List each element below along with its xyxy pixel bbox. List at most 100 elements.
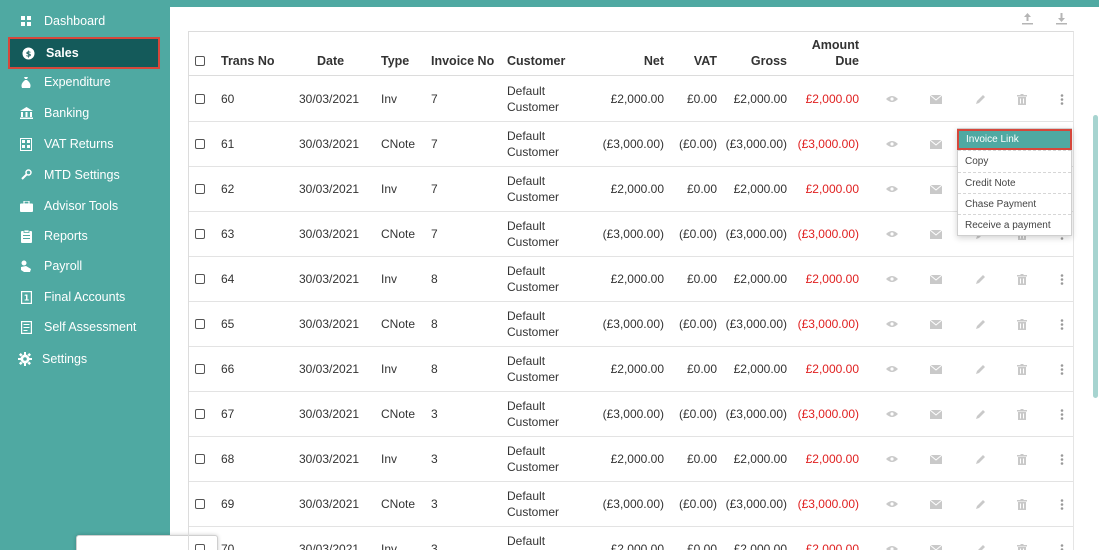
trash-icon[interactable] [1016, 408, 1028, 420]
row-checkbox[interactable] [195, 184, 205, 194]
pencil-icon[interactable] [974, 498, 986, 510]
more-vertical-icon[interactable] [1056, 408, 1068, 420]
cell-invoice-no: 8 [431, 362, 438, 376]
sidebar-item-advisor-tools[interactable]: Advisor Tools [0, 192, 170, 220]
menu-item-credit-note[interactable]: Credit Note [958, 172, 1071, 193]
sidebar-item-settings[interactable]: Settings [0, 345, 170, 373]
select-all-checkbox[interactable] [195, 56, 205, 66]
sidebar-item-vat-returns[interactable]: VAT Returns [0, 130, 170, 158]
cell-gross: £2,000.00 [733, 272, 787, 286]
cell-customer-line1: Default [507, 534, 546, 548]
header-trans-no[interactable]: Trans No [221, 54, 275, 68]
sidebar-item-banking[interactable]: Banking [0, 99, 170, 127]
eye-icon[interactable] [886, 363, 898, 375]
menu-item-copy[interactable]: Copy [958, 150, 1071, 171]
row-checkbox[interactable] [195, 139, 205, 149]
scrollbar[interactable] [1093, 115, 1098, 398]
menu-item-receive-payment[interactable]: Receive a payment [958, 214, 1071, 235]
envelope-icon[interactable] [930, 408, 942, 420]
header-date[interactable]: Date [317, 54, 344, 68]
row-checkbox[interactable] [195, 274, 205, 284]
upload-icon[interactable] [1021, 12, 1035, 26]
trash-icon[interactable] [1016, 93, 1028, 105]
envelope-icon[interactable] [930, 453, 942, 465]
envelope-icon[interactable] [930, 363, 942, 375]
cell-trans-no: 64 [221, 272, 235, 286]
more-vertical-icon[interactable] [1056, 318, 1068, 330]
header-amount-due-line2[interactable]: Due [790, 54, 859, 68]
cell-type: CNote [381, 227, 416, 241]
menu-item-invoice-link[interactable]: Invoice Link [957, 129, 1072, 150]
row-checkbox[interactable] [195, 499, 205, 509]
envelope-icon[interactable] [930, 183, 942, 195]
envelope-icon[interactable] [930, 228, 942, 240]
trash-icon[interactable] [1016, 453, 1028, 465]
pencil-icon[interactable] [974, 318, 986, 330]
eye-icon[interactable] [886, 93, 898, 105]
sidebar-item-final-accounts[interactable]: 1 Final Accounts [0, 283, 170, 311]
more-vertical-icon[interactable] [1056, 363, 1068, 375]
sidebar-item-sales[interactable]: $ Sales [8, 37, 160, 69]
cell-gross: (£3,000.00) [725, 497, 787, 511]
trash-icon[interactable] [1016, 498, 1028, 510]
pencil-icon[interactable] [974, 408, 986, 420]
pencil-icon[interactable] [974, 543, 986, 550]
report-icon [19, 229, 33, 243]
eye-icon[interactable] [886, 453, 898, 465]
row-checkbox[interactable] [195, 454, 205, 464]
header-customer[interactable]: Customer [507, 54, 565, 68]
cell-trans-no: 70 [221, 542, 235, 550]
header-amount-due-line1[interactable]: Amount [790, 38, 859, 52]
envelope-icon[interactable] [930, 498, 942, 510]
pencil-icon[interactable] [974, 273, 986, 285]
pencil-icon[interactable] [974, 363, 986, 375]
sidebar-item-mtd-settings[interactable]: MTD Settings [0, 161, 170, 189]
eye-icon[interactable] [886, 543, 898, 550]
eye-icon[interactable] [886, 318, 898, 330]
header-net[interactable]: Net [600, 54, 664, 68]
eye-icon[interactable] [886, 138, 898, 150]
sidebar-item-dashboard[interactable]: Dashboard [0, 7, 170, 35]
trash-icon[interactable] [1016, 543, 1028, 550]
eye-icon[interactable] [886, 408, 898, 420]
cell-trans-no: 63 [221, 227, 235, 241]
cell-date: 30/03/2021 [299, 317, 360, 331]
trash-icon[interactable] [1016, 273, 1028, 285]
envelope-icon[interactable] [930, 318, 942, 330]
more-vertical-icon[interactable] [1056, 543, 1068, 550]
header-vat[interactable]: VAT [670, 54, 717, 68]
trash-icon[interactable] [1016, 318, 1028, 330]
header-gross[interactable]: Gross [720, 54, 787, 68]
more-vertical-icon[interactable] [1056, 498, 1068, 510]
trash-icon[interactable] [1016, 363, 1028, 375]
download-icon[interactable] [1055, 12, 1069, 26]
cell-trans-no: 60 [221, 92, 235, 106]
row-checkbox[interactable] [195, 319, 205, 329]
row-checkbox[interactable] [195, 409, 205, 419]
row-checkbox[interactable] [195, 544, 205, 550]
eye-icon[interactable] [886, 183, 898, 195]
row-checkbox[interactable] [195, 94, 205, 104]
envelope-icon[interactable] [930, 138, 942, 150]
row-checkbox[interactable] [195, 364, 205, 374]
envelope-icon[interactable] [930, 543, 942, 550]
sidebar-item-expenditure[interactable]: Expenditure [0, 68, 170, 96]
header-type[interactable]: Type [381, 54, 409, 68]
row-checkbox[interactable] [195, 229, 205, 239]
header-invoice-no[interactable]: Invoice No [431, 54, 494, 68]
pencil-icon[interactable] [974, 93, 986, 105]
eye-icon[interactable] [886, 228, 898, 240]
more-vertical-icon[interactable] [1056, 453, 1068, 465]
envelope-icon[interactable] [930, 93, 942, 105]
sidebar-item-self-assessment[interactable]: Self Assessment [0, 313, 170, 341]
eye-icon[interactable] [886, 273, 898, 285]
eye-icon[interactable] [886, 498, 898, 510]
sidebar-item-payroll[interactable]: Payroll [0, 252, 170, 280]
sidebar-item-reports[interactable]: Reports [0, 222, 170, 250]
menu-item-chase-payment[interactable]: Chase Payment [958, 193, 1071, 214]
more-vertical-icon[interactable] [1056, 273, 1068, 285]
pencil-icon[interactable] [974, 453, 986, 465]
header-divider [188, 75, 1074, 76]
envelope-icon[interactable] [930, 273, 942, 285]
more-vertical-icon[interactable] [1056, 93, 1068, 105]
